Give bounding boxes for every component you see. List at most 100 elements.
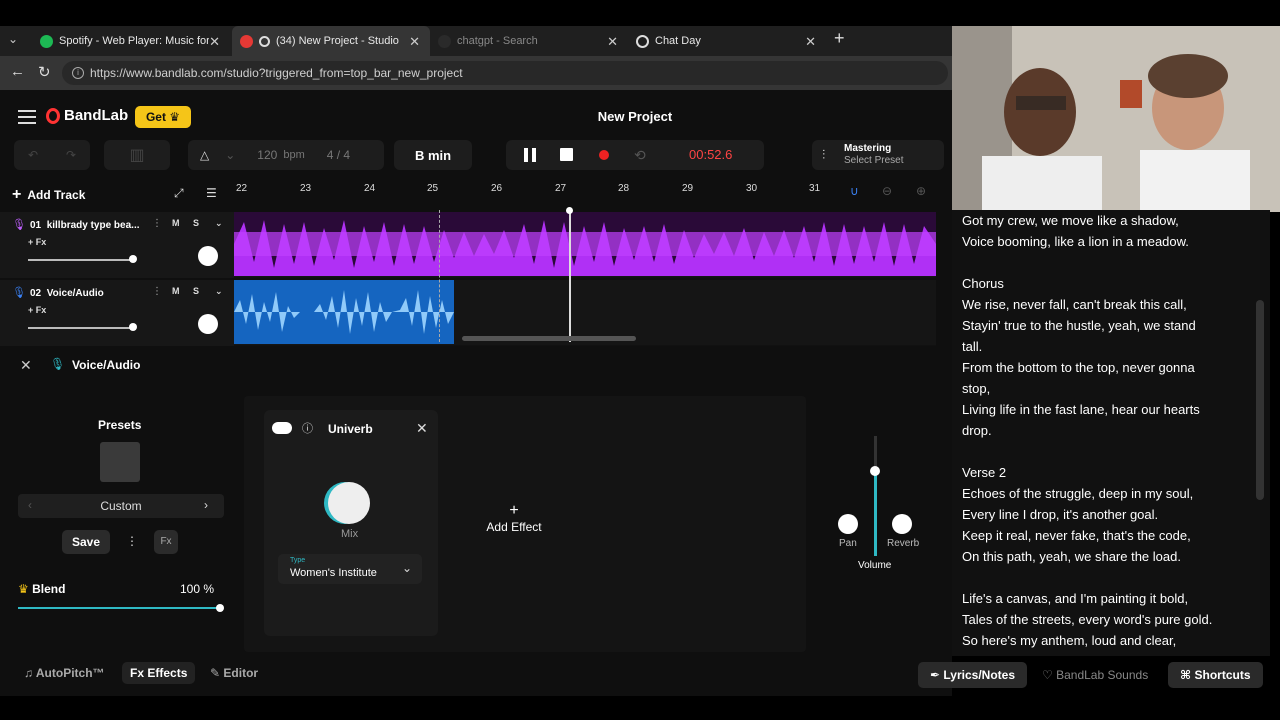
tab-autopitch[interactable]: ♫ AutoPitch™: [24, 666, 105, 680]
mastering-button[interactable]: ⫶ Mastering Select Preset: [812, 140, 944, 170]
type-dropdown[interactable]: Type Women's Institute ⌄: [278, 554, 422, 584]
time-signature[interactable]: 4 / 4: [327, 148, 350, 162]
pause-icon[interactable]: [524, 148, 536, 162]
lyric-line: Verse 2: [962, 465, 1007, 480]
tempo-value[interactable]: 120: [257, 148, 277, 162]
tab-bandlab[interactable]: (34) New Project - Studio ✕: [232, 26, 430, 56]
time-display: 00:52.6: [689, 147, 733, 162]
site-info-icon[interactable]: i: [72, 67, 84, 79]
zoom-out-icon[interactable]: ⊖: [882, 184, 892, 198]
timeline-ruler[interactable]: 22 23 24 25 26 27 28 29 30 31 ∪ ⊖ ⊕: [234, 180, 936, 210]
reload-icon[interactable]: ↻: [38, 63, 51, 81]
volume-handle[interactable]: [870, 466, 880, 476]
ruler-tick: 23: [300, 183, 312, 194]
chevron-down-icon[interactable]: ⌄: [215, 286, 223, 297]
loop-marker: [439, 210, 440, 342]
close-icon[interactable]: ✕: [20, 357, 32, 374]
playhead-handle[interactable]: [566, 207, 573, 214]
tab-spotify[interactable]: Spotify - Web Player: Music for ev ✕: [32, 26, 230, 56]
add-effect-button[interactable]: + Add Effect: [484, 502, 544, 534]
close-icon[interactable]: ✕: [805, 34, 816, 50]
close-icon[interactable]: ✕: [209, 34, 220, 50]
tab-search[interactable]: chatgpt - Search ✕: [430, 26, 628, 56]
back-icon[interactable]: ←: [10, 63, 25, 80]
chevron-right-icon[interactable]: ›: [204, 498, 208, 512]
microphone-icon: 🎙: [12, 219, 26, 231]
slider-handle[interactable]: [216, 604, 224, 612]
more-icon[interactable]: ⋮: [126, 534, 138, 548]
add-fx-button[interactable]: + Fx: [28, 305, 46, 315]
lyrics-scrollbar[interactable]: [1256, 300, 1264, 500]
lyric-line: Living life in the fast lane, hear our h…: [962, 402, 1200, 417]
mute-button[interactable]: M: [172, 286, 180, 296]
tab-chat-day[interactable]: Chat Day ✕: [628, 26, 826, 56]
track-volume-slider[interactable]: [28, 327, 132, 329]
bandlab-sounds-button[interactable]: ♡ BandLab Sounds: [1030, 662, 1160, 688]
key-selector[interactable]: B min: [394, 140, 472, 170]
tab-effects[interactable]: Fx Effects: [122, 662, 196, 684]
pan-knob[interactable]: [198, 246, 218, 266]
slider-handle[interactable]: [129, 255, 137, 263]
zoom-in-icon[interactable]: ⊕: [916, 184, 926, 198]
new-tab-button[interactable]: +: [834, 28, 845, 49]
filter-icon[interactable]: ☰: [206, 186, 217, 200]
preset-thumbnail[interactable]: [100, 442, 140, 482]
automation-icon[interactable]: ⤢: [174, 186, 184, 201]
ruler-tick: 24: [364, 183, 376, 194]
redo-icon[interactable]: ↷: [66, 148, 76, 162]
audio-clip[interactable]: [234, 280, 454, 344]
track-name[interactable]: 01 killbrady type bea...: [30, 220, 140, 231]
pan-knob[interactable]: [838, 514, 858, 534]
chevron-down-icon[interactable]: ⌄: [215, 218, 223, 229]
more-icon[interactable]: ⋮: [152, 286, 162, 297]
lyric-line: tall.: [962, 339, 983, 354]
snap-magnet-icon[interactable]: ∪: [850, 184, 859, 198]
lyric-line: Every line I drop, it's another goal.: [962, 507, 1159, 522]
reset-fx-icon[interactable]: Fx: [154, 530, 178, 554]
tab-title: Chat Day: [655, 35, 701, 47]
pan-knob[interactable]: [198, 314, 218, 334]
tab-list-chevron-icon[interactable]: ⌄: [8, 32, 18, 46]
mix-knob[interactable]: [328, 482, 370, 524]
url-field[interactable]: i https://www.bandlab.com/studio?trigger…: [62, 61, 948, 85]
spotify-icon: [40, 34, 53, 48]
close-icon[interactable]: ✕: [416, 420, 428, 437]
effect-card: ⓘ Univerb ✕ Mix Type Women's Institute ⌄: [264, 410, 438, 636]
horizontal-scrollbar[interactable]: [462, 336, 636, 341]
record-icon[interactable]: [599, 150, 609, 160]
blend-slider[interactable]: [18, 607, 220, 609]
reverb-knob[interactable]: [892, 514, 912, 534]
chevron-down-icon[interactable]: ⌄: [225, 148, 235, 162]
loop-icon[interactable]: ⟲: [634, 147, 646, 164]
stop-icon[interactable]: [560, 148, 573, 161]
playhead[interactable]: [569, 210, 571, 342]
track-volume-slider[interactable]: [28, 259, 132, 261]
lyric-line: stop,: [962, 381, 991, 396]
solo-button[interactable]: S: [193, 286, 199, 296]
shortcuts-button[interactable]: ⌘ Shortcuts: [1168, 662, 1263, 688]
track-name[interactable]: 02 Voice/Audio: [30, 288, 104, 299]
solo-button[interactable]: S: [193, 218, 199, 228]
metronome-icon[interactable]: △: [200, 148, 209, 162]
lyrics-panel[interactable]: Got my crew, we move like a shadow, Voic…: [952, 210, 1270, 656]
slider-handle[interactable]: [129, 323, 137, 331]
info-icon[interactable]: ⓘ: [302, 420, 313, 436]
lyric-line: On this path, yeah, we share the load.: [962, 549, 1181, 564]
close-icon[interactable]: ✕: [607, 34, 618, 50]
lyric-line: drop.: [962, 423, 992, 438]
add-track-label: Add Track: [27, 188, 86, 202]
close-icon[interactable]: ✕: [409, 34, 420, 50]
lyrics-notes-button[interactable]: ✒ Lyrics/Notes: [918, 662, 1027, 688]
instrument-icon[interactable]: ▥: [104, 140, 170, 170]
undo-icon[interactable]: ↶: [28, 148, 38, 162]
preset-selector[interactable]: ‹ Custom ›: [18, 494, 224, 518]
add-fx-button[interactable]: + Fx: [28, 237, 46, 247]
save-preset-button[interactable]: Save: [62, 530, 110, 554]
tab-editor[interactable]: ✎ Editor: [210, 666, 258, 680]
add-track-button[interactable]: + Add Track: [12, 184, 162, 206]
effect-toggle[interactable]: [272, 422, 292, 434]
chevron-left-icon[interactable]: ‹: [28, 498, 32, 512]
audio-clip[interactable]: [234, 212, 936, 276]
mute-button[interactable]: M: [172, 218, 180, 228]
more-icon[interactable]: ⋮: [152, 218, 162, 229]
